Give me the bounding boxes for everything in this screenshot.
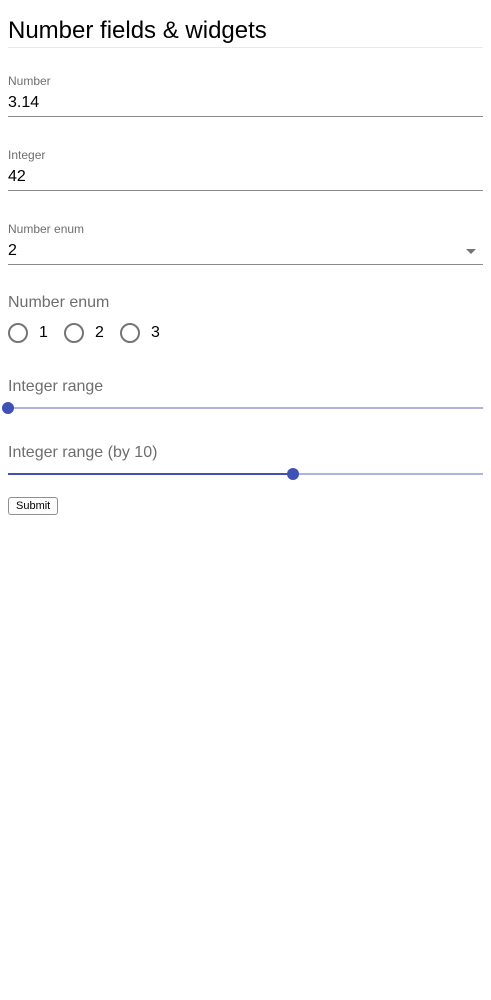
radio-option-label: 2: [95, 324, 104, 341]
radio-option-label: 3: [151, 324, 160, 341]
radio-option-label: 1: [39, 324, 48, 341]
title-divider: [8, 47, 483, 48]
number-enum-radio-label: Number enum: [8, 294, 110, 311]
integer-label: Integer: [8, 148, 46, 162]
slider-track: [8, 473, 293, 475]
number-enum-radio-group: 1 2 3: [8, 322, 483, 344]
page-title: Number fields & widgets: [8, 17, 267, 44]
radio-circle-icon[interactable]: [64, 323, 84, 343]
number-label: Number: [8, 74, 51, 88]
number-input[interactable]: [8, 90, 483, 117]
dropdown-arrow-icon: [466, 249, 476, 254]
slider-rail: [8, 407, 483, 409]
slider-thumb[interactable]: [287, 468, 299, 480]
integer-input[interactable]: [8, 164, 483, 191]
integer-range-by-10-slider[interactable]: [8, 467, 483, 481]
integer-range-label: Integer range: [8, 378, 104, 395]
radio-circle-icon[interactable]: [120, 323, 140, 343]
number-enum-select-label: Number enum: [8, 222, 85, 236]
radio-circle-icon[interactable]: [8, 323, 28, 343]
number-enum-select-value: 2: [8, 242, 17, 259]
submit-button[interactable]: Submit: [8, 497, 59, 515]
integer-range-slider[interactable]: [2, 401, 483, 415]
number-enum-select[interactable]: 2: [8, 238, 483, 265]
integer-range-by-10-label: Integer range (by 10): [8, 444, 158, 461]
slider-thumb[interactable]: [2, 402, 14, 414]
